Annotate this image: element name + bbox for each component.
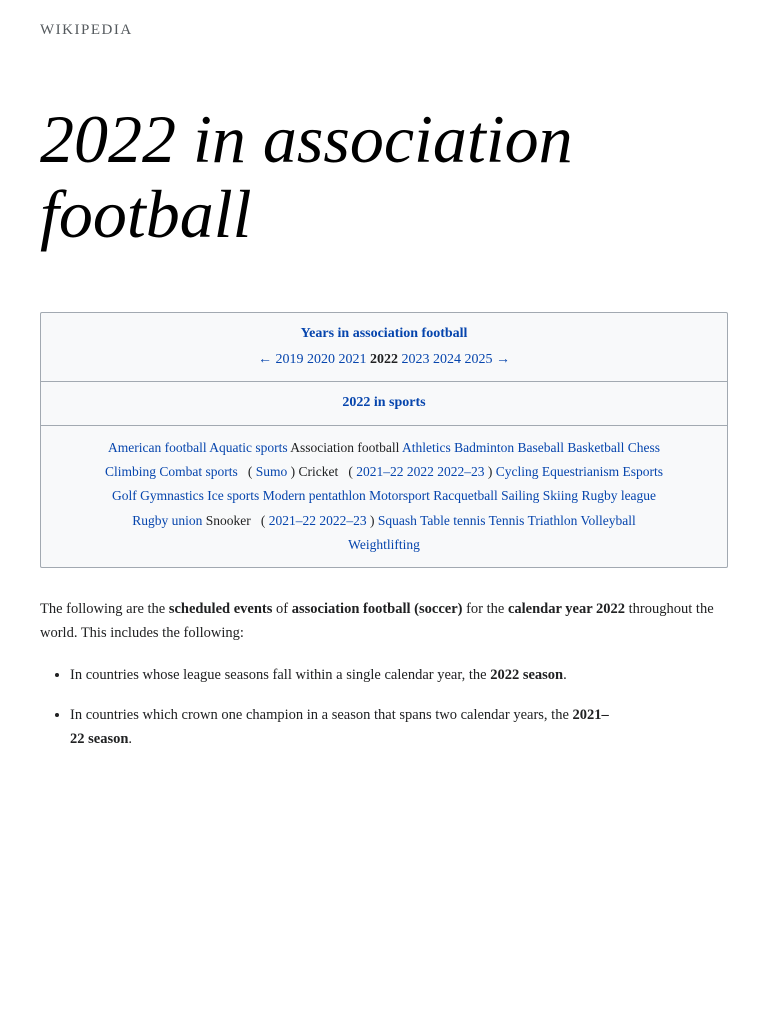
intro-paragraph: The following are the scheduled events o… <box>40 598 728 646</box>
sport-baseball[interactable]: Baseball <box>517 440 564 455</box>
year-2023-link[interactable]: 2023 <box>402 352 430 367</box>
sport-equestrianism[interactable]: Equestrianism <box>542 464 619 479</box>
current-year: 2022 <box>370 352 398 367</box>
sport-climbing[interactable]: Climbing <box>105 464 156 479</box>
wikipedia-logo: WIKIPEDIA <box>40 0 728 52</box>
sports-title-section: 2022 in sports <box>41 382 727 425</box>
navigation-box: Years in association football ← 2019 202… <box>40 312 728 569</box>
sport-tennis[interactable]: Tennis <box>489 513 525 528</box>
bullet-item-1: In countries whose league seasons fall w… <box>70 664 728 688</box>
year-2025-link[interactable]: 2025 <box>465 352 493 367</box>
sport-association-football: Association football <box>290 440 399 455</box>
year-2020-link[interactable]: 2020 <box>307 352 335 367</box>
sport-basketball[interactable]: Basketball <box>567 440 624 455</box>
season-2022-bold: 2022 season <box>490 667 563 683</box>
sport-snooker-plain: Snooker <box>206 513 251 528</box>
sport-ice-sports[interactable]: Ice sports <box>207 488 259 503</box>
bullet-item-2: In countries which crown one champion in… <box>70 704 728 752</box>
sport-esports[interactable]: Esports <box>623 464 664 479</box>
year-2024-link[interactable]: 2024 <box>433 352 461 367</box>
sport-weightlifting[interactable]: Weightlifting <box>348 537 420 552</box>
sport-american-football[interactable]: American football <box>108 440 207 455</box>
sport-chess[interactable]: Chess <box>628 440 660 455</box>
sport-golf[interactable]: Golf <box>112 488 137 503</box>
sport-volleyball[interactable]: Volleyball <box>580 513 635 528</box>
years-nav-title[interactable]: Years in association football <box>57 323 711 345</box>
sport-sailing[interactable]: Sailing <box>501 488 539 503</box>
sport-cricket-plain: Cricket <box>299 464 339 479</box>
sport-triathlon[interactable]: Triathlon <box>528 513 578 528</box>
years-nav-section: Years in association football ← 2019 202… <box>41 313 727 383</box>
page-title: 2022 in association football <box>40 102 728 252</box>
sport-motorsport[interactable]: Motorsport <box>369 488 430 503</box>
sport-combat-sports[interactable]: Combat sports <box>159 464 237 479</box>
sport-badminton[interactable]: Badminton <box>454 440 514 455</box>
sport-aquatic-sports[interactable]: Aquatic sports <box>209 440 287 455</box>
sports-section-title[interactable]: 2022 in sports <box>57 392 711 414</box>
sport-cricket-2022-23[interactable]: 2022–23 <box>437 464 484 479</box>
bullet-list: In countries whose league seasons fall w… <box>70 664 728 752</box>
sport-modern-pentathlon[interactable]: Modern pentathlon <box>263 488 366 503</box>
assoc-football-bold: association football (soccer) <box>292 601 463 617</box>
sport-racquetball[interactable]: Racquetball <box>433 488 497 503</box>
sport-table-tennis[interactable]: Table tennis <box>420 513 485 528</box>
sport-squash[interactable]: Squash <box>378 513 417 528</box>
sport-athletics[interactable]: Athletics <box>402 440 451 455</box>
sport-cycling[interactable]: Cycling <box>496 464 539 479</box>
year-2021-link[interactable]: 2021 <box>339 352 367 367</box>
sport-gymnastics[interactable]: Gymnastics <box>140 488 204 503</box>
sport-cricket-2021-22[interactable]: 2021–22 <box>356 464 403 479</box>
sport-rugby-league[interactable]: Rugby league <box>581 488 656 503</box>
years-nav-row: ← 2019 2020 2021 2022 2023 2024 2025 → <box>57 349 711 371</box>
season-2021-22-bold: 2021–22 season <box>70 707 609 747</box>
sport-rugby-union[interactable]: Rugby union <box>132 513 202 528</box>
sport-snooker-2021-22[interactable]: 2021–22 <box>269 513 316 528</box>
sports-links-section: American football Aquatic sports Associa… <box>41 426 727 567</box>
sport-cricket-2022[interactable]: 2022 <box>407 464 434 479</box>
sport-sumo[interactable]: Sumo <box>256 464 288 479</box>
prev-arrow: ← <box>258 352 276 367</box>
sport-snooker-2022-23[interactable]: 2022–23 <box>319 513 366 528</box>
calendar-year-bold: calendar year 2022 <box>508 601 625 617</box>
scheduled-events-bold: scheduled events <box>169 601 273 617</box>
sport-skiing[interactable]: Skiing <box>543 488 578 503</box>
year-2019-link[interactable]: 2019 <box>276 352 304 367</box>
